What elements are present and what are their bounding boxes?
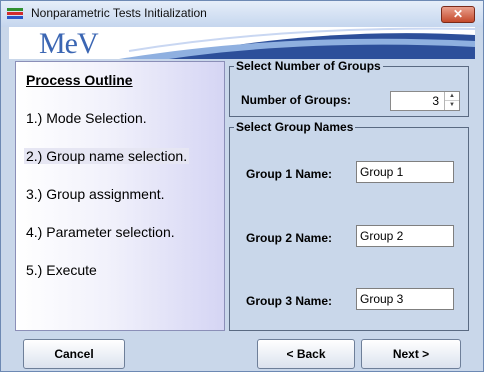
step-mode-selection: 1.) Mode Selection. xyxy=(26,110,147,126)
next-button[interactable]: Next > xyxy=(361,339,461,369)
title-bar[interactable]: Nonparametric Tests Initialization ✕ xyxy=(1,1,483,27)
back-button[interactable]: < Back xyxy=(257,339,355,369)
number-of-groups-legend: Select Number of Groups xyxy=(236,59,381,73)
mev-banner: MeV xyxy=(9,27,475,59)
step-parameter-selection: 4.) Parameter selection. xyxy=(26,224,175,240)
group-1-name-label: Group 1 Name: xyxy=(246,167,333,181)
close-button[interactable]: ✕ xyxy=(441,6,475,23)
group-names-legend: Select Group Names xyxy=(236,120,354,134)
cancel-button[interactable]: Cancel xyxy=(23,339,125,369)
group-1-name-input[interactable]: Group 1 xyxy=(356,161,454,183)
dialog-window: Nonparametric Tests Initialization ✕ MeV… xyxy=(0,0,484,372)
group-3-name-input[interactable]: Group 3 xyxy=(356,288,454,310)
number-of-groups-section: Select Number of Groups Number of Groups… xyxy=(229,59,469,117)
process-outline-panel: Process Outline 1.) Mode Selection. 2.) … xyxy=(15,61,225,331)
number-of-groups-spinner[interactable]: 3 ▲ ▼ xyxy=(390,91,460,111)
spin-down-icon[interactable]: ▼ xyxy=(445,101,459,110)
group-names-section: Select Group Names Group 1 Name: Group 1… xyxy=(229,120,469,331)
spin-up-icon[interactable]: ▲ xyxy=(445,92,459,101)
group-2-name-input[interactable]: Group 2 xyxy=(356,225,454,247)
number-of-groups-label: Number of Groups: xyxy=(241,93,351,107)
group-3-name-label: Group 3 Name: xyxy=(246,294,333,308)
window-title: Nonparametric Tests Initialization xyxy=(31,6,207,20)
number-of-groups-value[interactable]: 3 xyxy=(432,94,439,108)
spinner-buttons: ▲ ▼ xyxy=(444,92,459,110)
step-group-assignment: 3.) Group assignment. xyxy=(26,186,165,202)
group-2-name-label: Group 2 Name: xyxy=(246,231,333,245)
step-group-name-selection: 2.) Group name selection. xyxy=(24,148,190,164)
process-outline-title: Process Outline xyxy=(26,72,133,88)
mev-logo: MeV xyxy=(39,27,99,59)
step-execute: 5.) Execute xyxy=(26,262,97,278)
app-icon xyxy=(7,8,23,20)
